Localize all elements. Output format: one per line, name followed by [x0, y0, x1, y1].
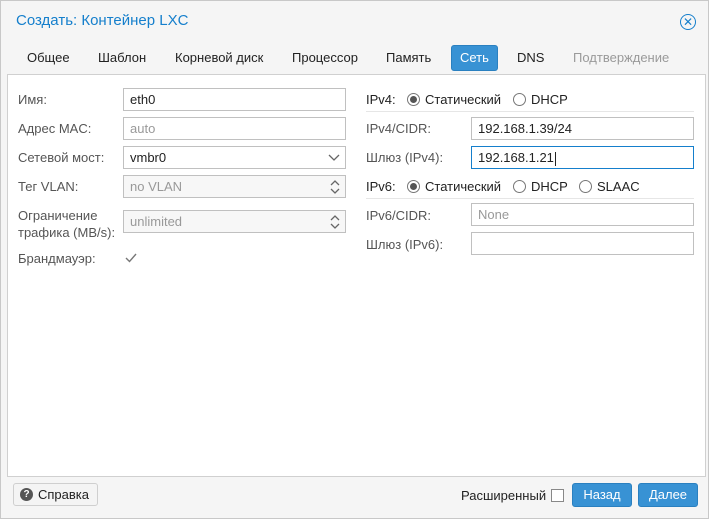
gw4-label: Шлюз (IPv4): — [366, 150, 444, 165]
firewall-checkbox[interactable] — [124, 251, 138, 265]
gw4-value: 192.168.1.21 — [478, 150, 554, 165]
ipv6-label: IPv6: — [366, 179, 396, 194]
ipv6-dhcp-radio[interactable] — [513, 180, 526, 193]
mac-label: Адрес MAC: — [18, 121, 92, 136]
dialog-footer: ? Справка Расширенный Назад Далее — [1, 476, 708, 518]
text-cursor — [554, 151, 556, 166]
question-icon: ? — [20, 488, 33, 501]
vlan-spinner[interactable]: no VLAN — [123, 175, 346, 198]
help-label: Справка — [38, 487, 89, 502]
ipv6-static-label: Статический — [425, 179, 502, 194]
gw4-input[interactable]: 192.168.1.21 — [471, 146, 694, 169]
dialog-titlebar: Создать: Контейнер LXC ✕ — [1, 1, 708, 41]
rate-label-line2: трафика (MB/s): — [18, 225, 116, 240]
back-label: Назад — [583, 487, 621, 502]
ipv4-cidr-input[interactable]: 192.168.1.39/24 — [471, 117, 694, 140]
ipv4-static-radio[interactable] — [407, 93, 420, 106]
gw6-input[interactable] — [471, 232, 694, 255]
rate-spinner[interactable]: unlimited — [123, 210, 346, 233]
ipv4-dhcp-label: DHCP — [531, 92, 568, 107]
ipv6-separator — [366, 198, 694, 199]
ipv4-label: IPv4: — [366, 92, 396, 107]
advanced-checkbox[interactable] — [551, 489, 564, 502]
bridge-value: vmbr0 — [130, 150, 167, 165]
chevron-down-icon — [328, 154, 340, 161]
bridge-label: Сетевой мост: — [18, 150, 105, 165]
next-button[interactable]: Далее — [638, 483, 698, 507]
network-panel: Имя: eth0 Адрес MAC: auto Сетевой мост: … — [7, 74, 706, 477]
tab-general[interactable]: Общее — [18, 45, 79, 71]
name-value: eth0 — [130, 92, 156, 107]
vlan-placeholder: no VLAN — [130, 179, 183, 194]
vlan-label: Тег VLAN: — [18, 179, 79, 194]
ipv4-cidr-value: 192.168.1.39/24 — [478, 121, 572, 136]
rate-placeholder: unlimited — [130, 214, 183, 229]
tab-confirm: Подтверждение — [573, 50, 670, 65]
ipv6-cidr-label: IPv6/CIDR: — [366, 208, 432, 223]
mac-placeholder: auto — [130, 121, 156, 136]
ipv4-static-label: Статический — [425, 92, 502, 107]
tab-memory[interactable]: Память — [377, 45, 440, 71]
name-input[interactable]: eth0 — [123, 88, 346, 111]
firewall-label: Брандмауэр: — [18, 251, 96, 266]
spinner-arrows-icon[interactable] — [329, 178, 341, 196]
tab-dns[interactable]: DNS — [508, 45, 553, 71]
ipv6-static-radio[interactable] — [407, 180, 420, 193]
ipv6-cidr-input[interactable]: None — [471, 203, 694, 226]
ipv6-slaac-radio[interactable] — [579, 180, 592, 193]
close-icon[interactable]: ✕ — [680, 14, 696, 30]
ipv4-dhcp-radio[interactable] — [513, 93, 526, 106]
ipv6-dhcp-label: DHCP — [531, 179, 568, 194]
spinner-arrows-icon[interactable] — [329, 213, 341, 231]
dialog-title: Создать: Контейнер LXC — [16, 12, 189, 29]
help-button[interactable]: ? Справка — [13, 483, 98, 506]
ipv4-separator — [366, 111, 694, 112]
tab-root-disk[interactable]: Корневой диск — [166, 45, 272, 71]
tab-network[interactable]: Сеть — [451, 45, 498, 71]
ipv6-cidr-placeholder: None — [478, 207, 510, 222]
rate-label-line1: Ограничение — [18, 208, 98, 223]
next-label: Далее — [648, 487, 688, 502]
bridge-select[interactable]: vmbr0 — [123, 146, 346, 169]
create-lxc-dialog: Создать: Контейнер LXC ✕ Общее Шаблон Ко… — [0, 0, 709, 519]
mac-input[interactable]: auto — [123, 117, 346, 140]
tab-template[interactable]: Шаблон — [89, 45, 155, 71]
name-label: Имя: — [18, 92, 47, 107]
back-button[interactable]: Назад — [572, 483, 632, 507]
tab-cpu[interactable]: Процессор — [283, 45, 367, 71]
gw6-label: Шлюз (IPv6): — [366, 237, 444, 252]
ipv4-cidr-label: IPv4/CIDR: — [366, 121, 432, 136]
ipv6-slaac-label: SLAAC — [597, 179, 640, 194]
advanced-label: Расширенный — [461, 488, 547, 503]
